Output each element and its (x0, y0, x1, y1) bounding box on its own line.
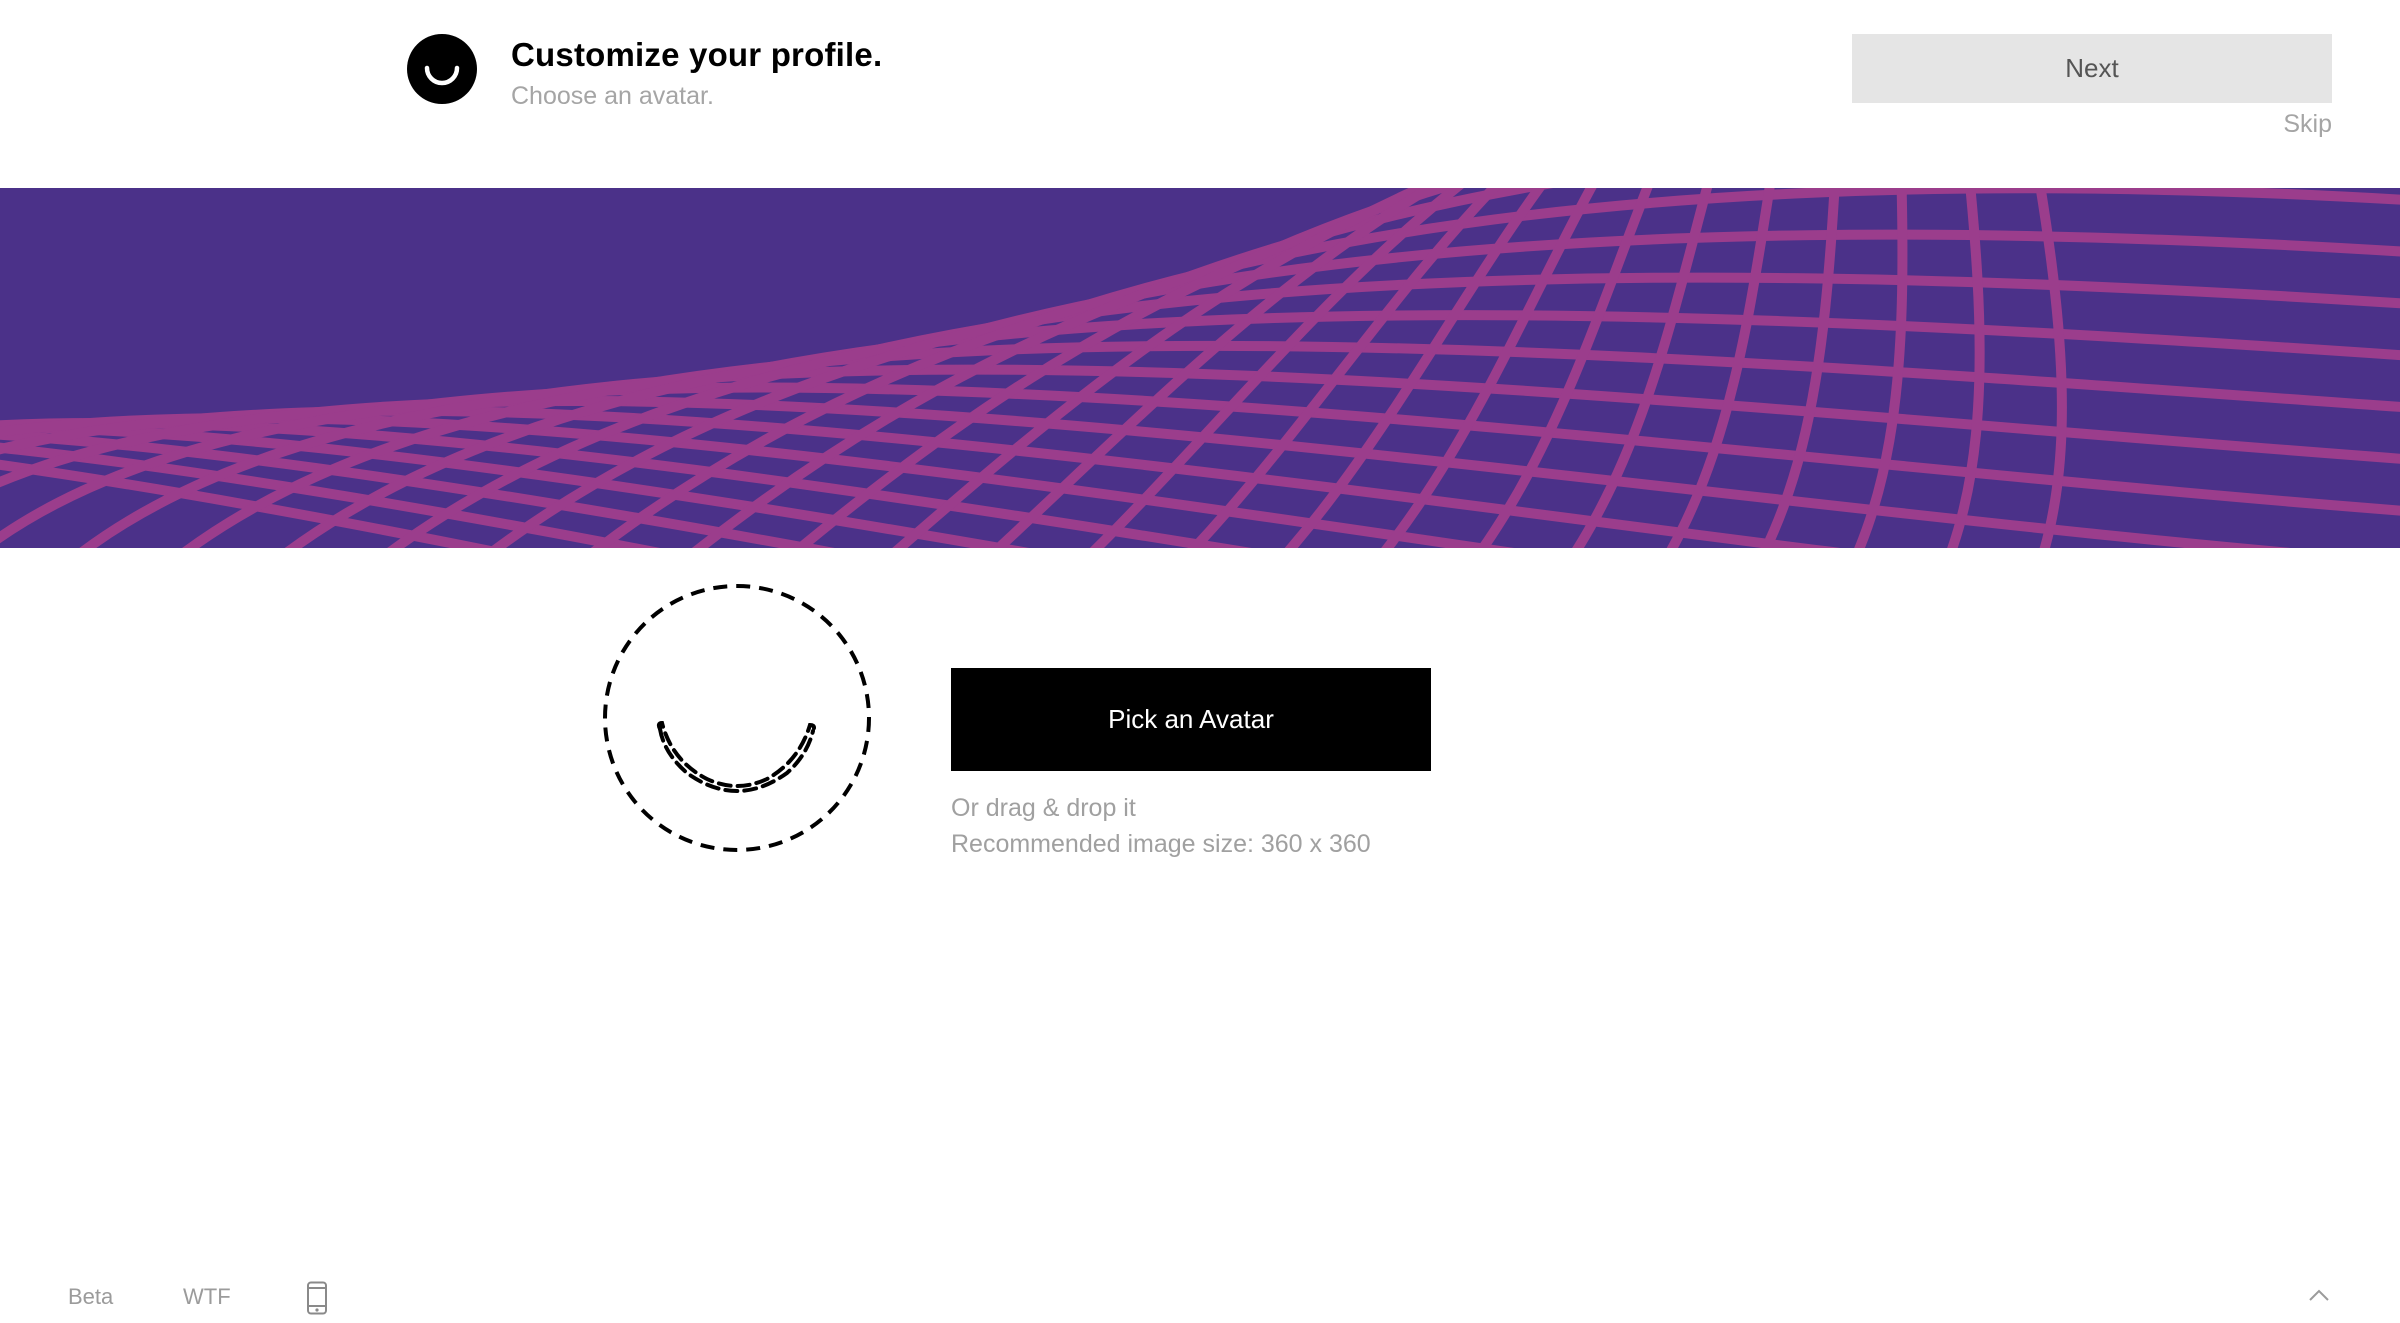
next-button[interactable]: Next (1852, 34, 2332, 103)
mobile-phone-icon[interactable] (306, 1281, 328, 1315)
image-size-hint: Recommended image size: 360 x 360 (951, 830, 1371, 858)
page-subtitle: Choose an avatar. (511, 82, 714, 110)
dashed-smiley-icon (603, 584, 871, 852)
pick-avatar-button[interactable]: Pick an Avatar (951, 668, 1431, 771)
footer-beta-link[interactable]: Beta (68, 1284, 113, 1310)
chevron-up-icon[interactable] (2308, 1288, 2330, 1302)
skip-link[interactable]: Skip (2283, 110, 2332, 139)
header: Customize your profile. Choose an avatar… (0, 0, 2400, 188)
banner-stripes-pattern (0, 188, 2400, 548)
smiley-logo-icon[interactable] (407, 34, 477, 104)
profile-setup-page: Customize your profile. Choose an avatar… (0, 0, 2400, 1323)
header-titles: Customize your profile. Choose an avatar… (511, 34, 882, 112)
page-title: Customize your profile. (511, 36, 883, 73)
cover-banner[interactable] (0, 188, 2400, 548)
footer-wtf-link[interactable]: WTF (183, 1284, 231, 1310)
drag-drop-hint: Or drag & drop it (951, 794, 1136, 822)
